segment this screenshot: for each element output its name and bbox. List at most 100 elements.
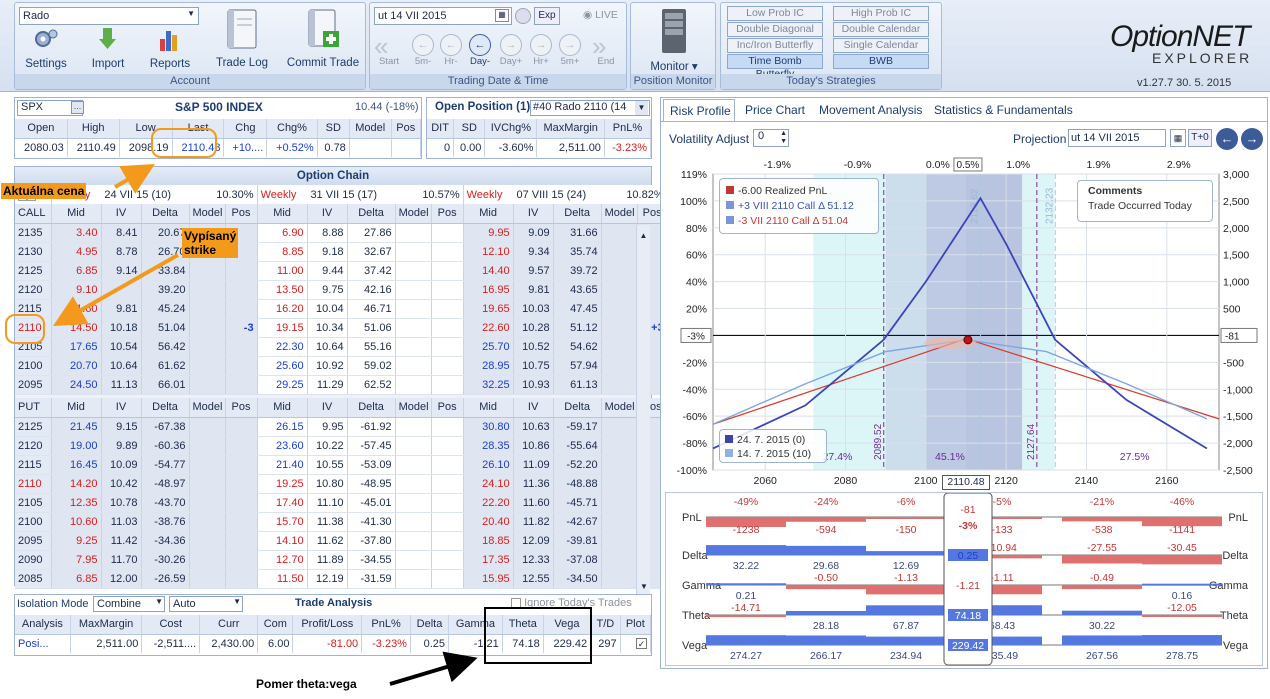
current-point — [963, 335, 973, 345]
legend-today-label: 14. 7. 2015 (10) — [737, 448, 812, 460]
legend-expiry-label: 24. 7. 2015 (0) — [737, 434, 806, 446]
volatility-spinner[interactable]: 0 ▲ ▼ — [753, 129, 789, 147]
calendar-icon[interactable]: ▦ — [1170, 129, 1186, 147]
legend-call-long-label: +3 VIII 2110 Call Δ 51.12 — [738, 200, 854, 212]
tab-price-chart[interactable]: Price Chart — [745, 103, 805, 117]
greek-bar — [786, 517, 866, 522]
breakeven-label: 2127.64 — [1026, 423, 1037, 460]
greek-value: -0.50 — [814, 572, 838, 584]
breakeven-label: 2132.23 — [1044, 187, 1055, 224]
greek-value: -538 — [1091, 524, 1112, 536]
right-tick: 3,000 — [1223, 169, 1249, 181]
top-tick: -1.9% — [763, 159, 790, 171]
tab-statistics[interactable]: Statistics & Fundamentals — [934, 103, 1073, 117]
tab-risk-profile-label: Risk Profile — [670, 104, 731, 118]
volatility-value: 0 — [758, 130, 765, 142]
left-tick: -20% — [682, 357, 707, 369]
version-label: v1.27.7 30. 5. 2015 — [1137, 77, 1232, 89]
high-prob-ic-button[interactable]: High Prob IC — [833, 6, 929, 21]
greek-value: 28.18 — [813, 620, 839, 632]
time-bomb-butterfly-button[interactable]: Time Bomb Butterfly — [727, 54, 823, 80]
top-tick: 2.9% — [1167, 159, 1191, 171]
tab-risk-profile[interactable]: Risk Profile — [663, 99, 735, 121]
greek-bar — [1062, 517, 1142, 522]
greek-value: -0.49 — [1090, 572, 1114, 584]
current-greek-value: -1.21 — [956, 580, 980, 592]
low-prob-ic-button[interactable]: Low Prob IC — [727, 6, 823, 21]
greek-bar — [786, 585, 866, 590]
greek-label-right: Gamma — [1209, 580, 1249, 592]
current-greek-value: 0.25 — [958, 550, 979, 562]
logo-main: OptionNET — [1110, 20, 1250, 53]
comments-box: Comments Trade Occurred Today — [1077, 180, 1213, 222]
legend-call-short-label: -3 VII 2110 Call Δ 51.04 — [738, 215, 849, 227]
comments-title: Comments — [1088, 185, 1143, 197]
greek-bar — [866, 605, 946, 615]
greeks-chart: PnL PnL -1238 -594 -150 -133 -538 -1141 Delta Del… — [682, 492, 1249, 666]
greek-bar — [786, 610, 866, 615]
greek-bar — [786, 635, 866, 645]
greek-bar — [706, 583, 786, 586]
greek-value: -14.71 — [731, 602, 761, 614]
greek-value: -1.11 — [990, 572, 1013, 584]
greek-bar — [706, 545, 786, 555]
greek-value: -594 — [815, 524, 836, 536]
double-calendar-button[interactable]: Double Calendar — [833, 22, 929, 37]
iron-butterfly-button[interactable]: Inc/Iron Butterfly — [727, 38, 823, 53]
right-tick: -1,000 — [1223, 384, 1253, 396]
region-label: 27.5% — [1120, 451, 1150, 463]
annotation-theta-vega: Pomer theta:vega — [256, 677, 357, 691]
legend-realized: -6.00 Realized PnL — [726, 184, 872, 199]
greek-bar — [1142, 615, 1222, 617]
left-tick: 80% — [686, 223, 707, 235]
left-tick: -60% — [682, 411, 707, 423]
greek-value: 32.22 — [733, 560, 759, 572]
greek-label-right: Vega — [1223, 640, 1249, 652]
left-tick: -100% — [677, 465, 707, 477]
logo: OptionNET — [1110, 20, 1250, 54]
greek-value: 12.69 — [893, 560, 919, 572]
greek-value: -27.55 — [1087, 542, 1117, 554]
greek-value: -30.45 — [1167, 542, 1197, 554]
legend-swatch — [726, 186, 734, 194]
arrow-right-icon[interactable]: → — [1241, 128, 1263, 150]
bwb-button[interactable]: BWB — [833, 54, 929, 69]
pnl-pct-value: -6% — [897, 496, 916, 508]
greek-value: -1238 — [733, 524, 760, 536]
greek-bar — [866, 517, 946, 519]
right-tick: -1,500 — [1223, 411, 1253, 423]
t-plus-button[interactable]: T+0 — [1188, 129, 1212, 147]
projection-date-field[interactable]: ut 14 VII 2015 — [1068, 129, 1166, 147]
arrow-left-icon[interactable]: ← — [1216, 128, 1238, 150]
legend-swatch — [726, 216, 734, 224]
x-tick: 2140 — [1075, 475, 1099, 484]
pct-marker-label: 0.5% — [957, 160, 980, 171]
x-tick: 2060 — [754, 475, 778, 484]
left-tick: 20% — [686, 304, 707, 316]
greek-label-left: Vega — [682, 640, 708, 652]
tab-movement-analysis[interactable]: Movement Analysis — [819, 103, 922, 117]
pnl-pct-value: -46% — [1170, 496, 1195, 508]
x-tick: 2160 — [1155, 475, 1179, 484]
double-diagonal-button[interactable]: Double Diagonal — [727, 22, 823, 37]
pnl-pct-value: -21% — [1090, 496, 1115, 508]
greek-value: 266.17 — [810, 650, 842, 662]
greek-value: 68.43 — [989, 620, 1015, 632]
greek-label-right: Theta — [1220, 610, 1249, 622]
greek-value: -12.05 — [1167, 602, 1197, 614]
greek-value: -1.13 — [894, 572, 918, 584]
strategies-group-title: Today's Strategies — [721, 74, 941, 89]
greek-value: -150 — [895, 524, 916, 536]
greek-value: 274.27 — [730, 650, 762, 662]
tab-divider — [661, 121, 1267, 122]
greek-label-right: PnL — [1228, 512, 1248, 524]
breakeven-label: 2089.52 — [873, 423, 884, 460]
greek-bar — [866, 585, 946, 595]
current-pnl-pct: -3% — [959, 520, 978, 532]
chart-legend: -6.00 Realized PnL +3 VIII 2110 Call Δ 5… — [719, 178, 879, 234]
top-tick: 1.9% — [1087, 159, 1111, 171]
single-calendar-button[interactable]: Single Calendar — [833, 38, 929, 53]
region-label: 45.1% — [935, 451, 965, 463]
x-tick: 2100 — [914, 475, 938, 484]
volatility-label: Volatility Adjust — [669, 132, 750, 146]
